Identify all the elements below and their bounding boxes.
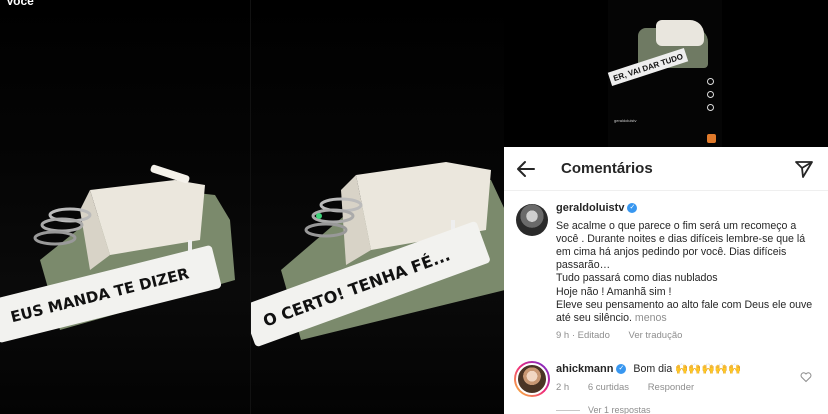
- page-title: Comentários: [561, 160, 653, 177]
- heart-icon[interactable]: [800, 371, 812, 383]
- comments-screen: ER, VAI DAR TUDO geraldoluistv Comentári…: [504, 0, 828, 414]
- share-icon[interactable]: [707, 104, 714, 111]
- reel-action-icons: [707, 78, 714, 111]
- audio-thumbnail-icon[interactable]: [707, 134, 716, 143]
- comment-username[interactable]: ahickmann: [556, 363, 613, 375]
- photo-left: Você EUS MANDA TE DIZER: [0, 0, 250, 414]
- comment-username[interactable]: geraldoluistv: [556, 202, 624, 214]
- comment-icon[interactable]: [707, 91, 714, 98]
- comment-body: ahickmann ✓ Bom dia 🙌🙌🙌🙌🙌: [556, 362, 741, 375]
- comments-header: Comentários: [504, 147, 828, 191]
- comment-meta: 9 h · Editado Ver tradução: [556, 330, 698, 341]
- story-label: Você: [6, 0, 34, 8]
- arrow-left-icon[interactable]: [516, 159, 536, 179]
- reply-button[interactable]: Responder: [648, 382, 694, 393]
- show-less-link[interactable]: menos: [635, 312, 667, 324]
- paper-plane-icon[interactable]: [794, 159, 814, 179]
- photo-middle: O CERTO! TENHA FÉ...: [250, 0, 504, 414]
- video-thumbnail[interactable]: ER, VAI DAR TUDO geraldoluistv: [504, 0, 828, 147]
- like-count[interactable]: 6 curtidas: [588, 382, 629, 393]
- avatar[interactable]: [516, 204, 548, 236]
- comment-time: 2 h: [556, 382, 570, 393]
- comment-text: Bom dia 🙌🙌🙌🙌🙌: [633, 363, 742, 375]
- video-frame: ER, VAI DAR TUDO geraldoluistv: [607, 0, 722, 147]
- mini-caption: geraldoluistv: [614, 118, 637, 123]
- heart-icon[interactable]: [707, 78, 714, 85]
- verified-badge-icon: ✓: [616, 364, 627, 375]
- comment-text: Se acalme o que parece o fim será um rec…: [556, 220, 818, 325]
- avatar[interactable]: [514, 361, 550, 397]
- verified-badge-icon: ✓: [627, 203, 638, 214]
- comment-meta: 2 h 6 curtidas Responder: [556, 382, 710, 393]
- comment-body: geraldoluistv ✓ Se acalme o que parece o …: [556, 202, 818, 325]
- avatar-image: [516, 363, 548, 395]
- comment-time: 9 h · Editado: [556, 330, 610, 341]
- view-replies-link[interactable]: Ver 1 respostas: [556, 405, 651, 414]
- comment-text-content: Se acalme o que parece o fim será um rec…: [556, 220, 813, 324]
- translate-link[interactable]: Ver tradução: [629, 330, 683, 341]
